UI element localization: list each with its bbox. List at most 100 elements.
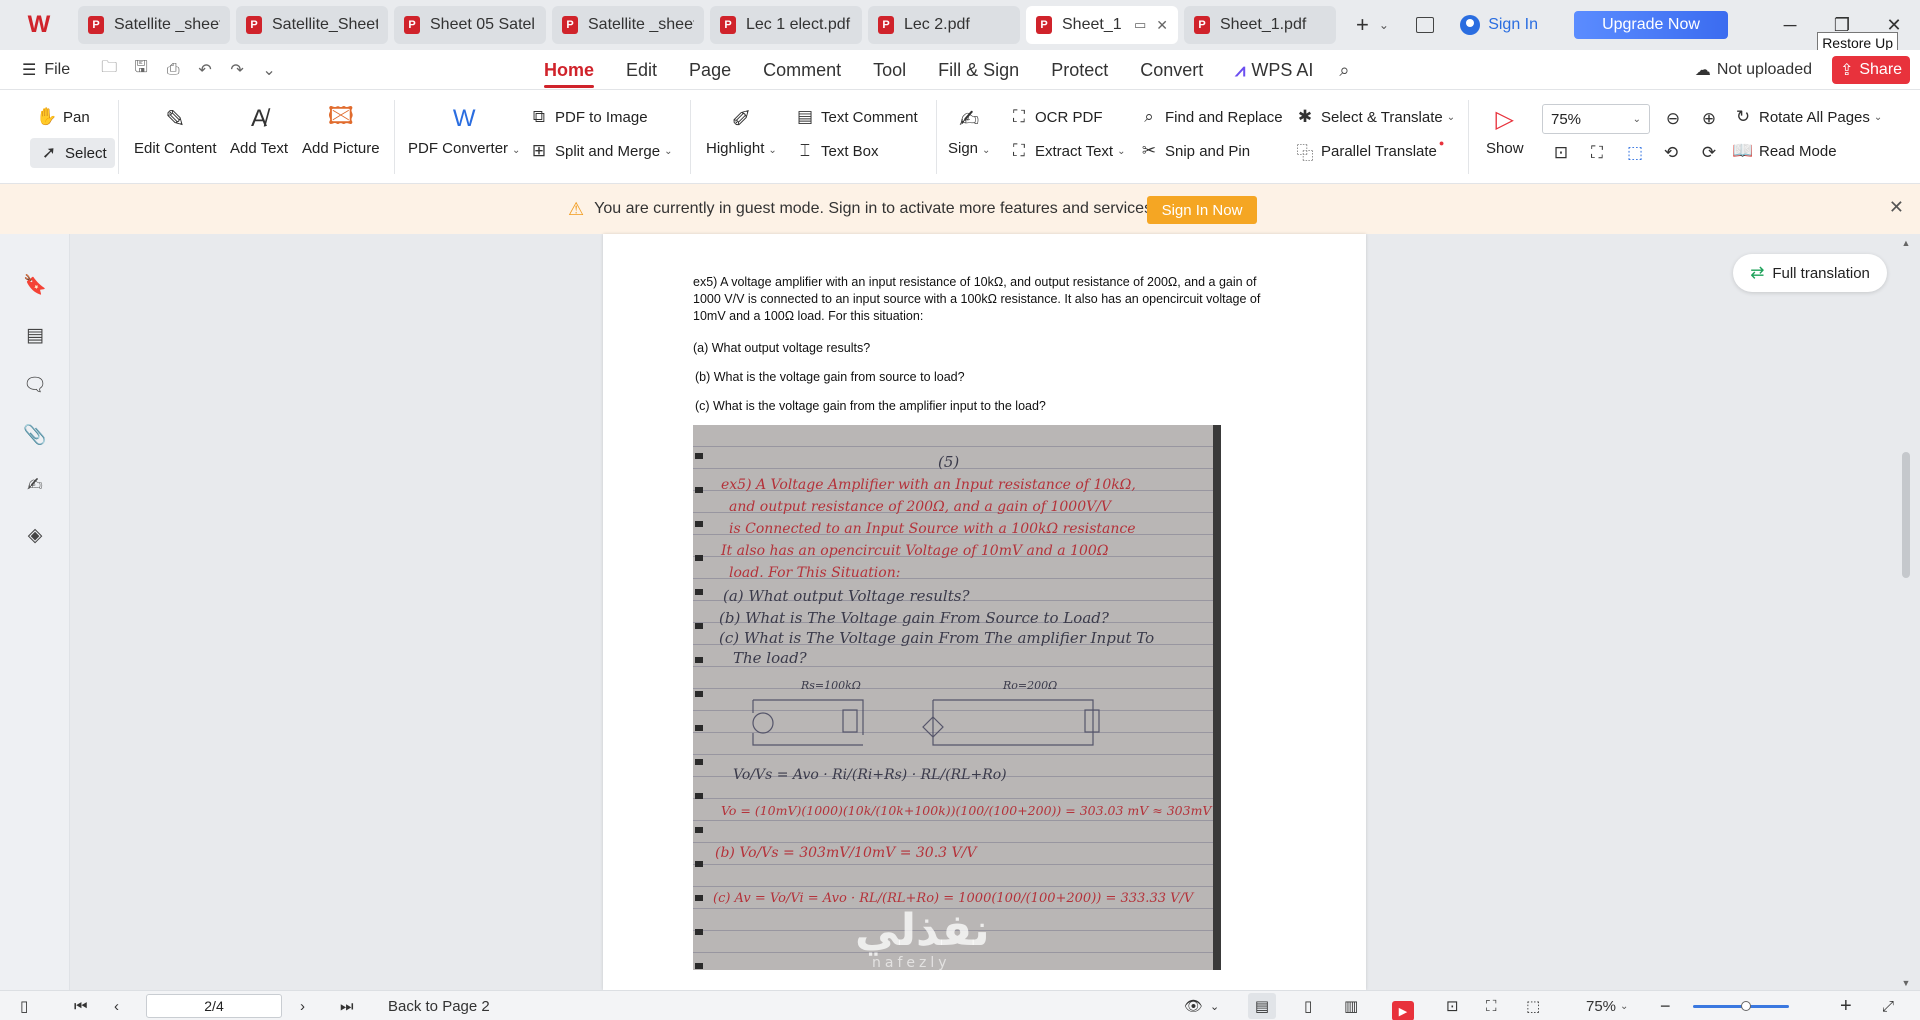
snip-pin-button[interactable]: ✂ Snip and Pin	[1138, 140, 1250, 162]
menu-comment[interactable]: Comment	[747, 50, 857, 90]
vertical-scrollbar[interactable]: ▲ ▼	[1900, 234, 1912, 990]
menu-home[interactable]: Home	[528, 50, 610, 90]
open-folder-icon[interactable]: 🗀	[100, 56, 118, 83]
actual-size-icon[interactable]: ⊡	[1550, 142, 1572, 164]
close-tab-icon[interactable]: ✕	[1156, 17, 1168, 34]
thumbnails-icon[interactable]: ▤	[24, 324, 46, 346]
signature-icon[interactable]: ✍	[24, 474, 46, 496]
last-page-icon[interactable]: ⏭	[340, 991, 354, 1020]
document-tab[interactable]: P Lec 2.pdf	[868, 6, 1020, 44]
fit-page-icon[interactable]: ⛶	[1486, 991, 1497, 1020]
ocr-pdf-button[interactable]: ⛶ OCR PDF	[1008, 106, 1102, 128]
print-icon[interactable]: ⎙	[164, 61, 182, 79]
zoom-slider-handle[interactable]	[1741, 1001, 1751, 1011]
scroll-thumb[interactable]	[1902, 452, 1910, 578]
pan-tool[interactable]: ✋ Pan	[36, 106, 89, 128]
eye-view-icon[interactable]: 👁	[1184, 991, 1203, 1020]
file-menu[interactable]: ☰ File	[0, 60, 70, 80]
text-comment-button[interactable]: ▤ Text Comment	[794, 106, 918, 128]
document-tab[interactable]: P Satellite _sheet	[78, 6, 230, 44]
comment-icon[interactable]: 🗨	[23, 374, 47, 396]
monitor-icon[interactable]: ▭	[1134, 17, 1146, 33]
minimize-button[interactable]: ─	[1764, 0, 1816, 50]
single-page-icon[interactable]: ▯	[1304, 991, 1312, 1020]
close-icon[interactable]: ✕	[1889, 197, 1904, 218]
window-layout-icon[interactable]	[1416, 17, 1435, 33]
zoom-in-icon[interactable]: ⊕	[1698, 108, 1720, 130]
parallel-translate-button[interactable]: ⿻ Parallel Translate ●	[1294, 138, 1445, 163]
add-picture-button[interactable]: 🖾 Add Picture	[302, 103, 380, 158]
rotate-right-icon[interactable]: ⟳	[1698, 142, 1720, 164]
zoom-out-icon[interactable]: −	[1660, 991, 1671, 1020]
back-to-page-link[interactable]: Back to Page 2	[388, 991, 490, 1020]
zoom-in-icon[interactable]: +	[1840, 991, 1852, 1020]
page-number-input[interactable]: 2/4	[146, 994, 282, 1018]
toggle-sidebar-icon[interactable]: ▯	[20, 991, 28, 1020]
menu-convert[interactable]: Convert	[1124, 50, 1219, 90]
select-translate-button[interactable]: ✱ Select & Translate ⌄	[1294, 106, 1455, 128]
double-page-icon[interactable]: ▥	[1344, 991, 1358, 1020]
full-translation-button[interactable]: ⇄ Full translation	[1733, 254, 1887, 292]
select-tool[interactable]: ➚ Select	[30, 138, 115, 168]
bookmark-icon[interactable]: 🔖	[23, 274, 47, 296]
zoom-out-icon[interactable]: ⊖	[1662, 108, 1684, 130]
add-text-button[interactable]: A̸ Add Text	[230, 104, 288, 157]
sign-in-now-button[interactable]: Sign In Now	[1147, 196, 1257, 224]
play-slideshow-button[interactable]: ▶	[1392, 996, 1414, 1020]
document-viewer[interactable]: ex5) A voltage amplifier with an input r…	[70, 234, 1920, 990]
undo-icon[interactable]: ↶	[196, 60, 214, 80]
pdf-to-image-button[interactable]: ⧉ PDF to Image	[528, 106, 648, 128]
new-tab-plus-icon[interactable]: +	[1356, 12, 1369, 38]
pdf-converter-button[interactable]: W PDF Converter ⌄	[408, 104, 520, 157]
document-tab[interactable]: P Satellite_Sheet	[236, 6, 388, 44]
chevron-down-icon[interactable]: ⌄	[260, 60, 278, 80]
layers-icon[interactable]: ◈	[24, 524, 46, 546]
chevron-down-icon[interactable]: ⌄	[1379, 18, 1389, 32]
share-button[interactable]: ⇪ Share	[1832, 56, 1910, 84]
sign-button[interactable]: ✍ Sign ⌄	[948, 104, 990, 158]
show-button[interactable]: ▷ Show	[1486, 104, 1524, 158]
upload-status[interactable]: ☁ Not uploaded	[1695, 60, 1812, 80]
chevron-down-icon[interactable]: ⌄	[1210, 991, 1219, 1020]
search-icon[interactable]: ⌕	[1339, 60, 1349, 81]
edit-content-button[interactable]: ✎ Edit Content	[134, 104, 217, 158]
menu-edit[interactable]: Edit	[610, 50, 673, 90]
split-merge-button[interactable]: ⊞ Split and Merge ⌄	[528, 140, 673, 162]
actual-size-icon[interactable]: ⊡	[1446, 991, 1459, 1020]
fullscreen-icon[interactable]: ⤢	[1882, 991, 1894, 1020]
extract-text-button[interactable]: ⛶ Extract Text ⌄	[1008, 140, 1125, 162]
next-page-icon[interactable]: ›	[300, 991, 305, 1020]
upgrade-now-button[interactable]: Upgrade Now	[1574, 11, 1728, 39]
zoom-select[interactable]: 75% ⌄	[1542, 104, 1650, 134]
redo-icon[interactable]: ↷	[228, 60, 246, 80]
document-tab[interactable]: P Sheet 05 Satell	[394, 6, 546, 44]
single-page-scroll-icon[interactable]: ▤	[1248, 993, 1276, 1019]
scroll-up-icon[interactable]: ▲	[1900, 238, 1912, 248]
document-tab[interactable]: P Satellite _sheet	[552, 6, 704, 44]
zoom-level[interactable]: 75% ⌄	[1586, 991, 1628, 1020]
save-icon[interactable]: 🖫	[132, 56, 150, 83]
highlight-button[interactable]: ✐ Highlight ⌄	[706, 104, 777, 158]
menu-tool[interactable]: Tool	[857, 50, 922, 90]
sign-in-link[interactable]: Sign In	[1460, 15, 1538, 35]
read-mode-button[interactable]: 📖 Read Mode	[1732, 140, 1836, 162]
menu-page[interactable]: Page	[673, 50, 747, 90]
menu-wps-ai[interactable]: ⩘ WPS AI	[1219, 50, 1329, 90]
find-replace-button[interactable]: ⌕ Find and Replace	[1138, 106, 1282, 128]
document-tab[interactable]: P Lec 1 elect.pdf	[710, 6, 862, 44]
document-tab[interactable]: P Sheet_1.pdf	[1184, 6, 1336, 44]
wps-logo[interactable]: W	[0, 0, 78, 50]
rotate-left-icon[interactable]: ⟲	[1660, 142, 1682, 164]
fit-width-icon[interactable]: ⬚	[1526, 991, 1540, 1020]
prev-page-icon[interactable]: ‹	[114, 991, 119, 1020]
rotate-all-pages-button[interactable]: ↻ Rotate All Pages ⌄	[1732, 106, 1882, 128]
attachment-icon[interactable]: 📎	[23, 424, 47, 446]
scroll-down-icon[interactable]: ▼	[1900, 978, 1912, 988]
text-box-button[interactable]: ⌶ Text Box	[794, 140, 879, 162]
document-tab-active[interactable]: P Sheet_1 ▭ ✕	[1026, 6, 1178, 44]
fit-width-icon[interactable]: ⬚	[1624, 142, 1646, 164]
menu-protect[interactable]: Protect	[1035, 50, 1124, 90]
fit-page-icon[interactable]: ⛶	[1586, 142, 1608, 164]
first-page-icon[interactable]: ⏮	[74, 991, 88, 1020]
menu-fill-sign[interactable]: Fill & Sign	[922, 50, 1035, 90]
